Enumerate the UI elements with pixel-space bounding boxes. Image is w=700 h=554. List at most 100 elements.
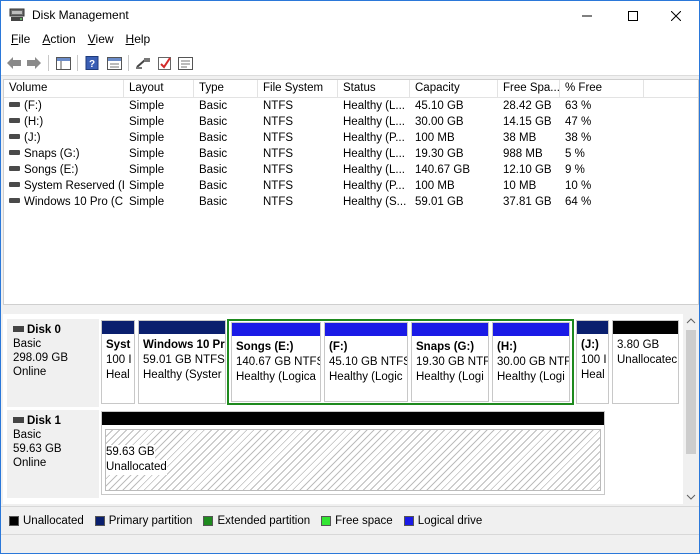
- partition-system-reserved[interactable]: Syst 100 I Heal: [101, 320, 135, 404]
- column-header-free-space[interactable]: Free Spa...: [498, 80, 560, 98]
- partition-j[interactable]: (J:) 100 I Heal: [576, 320, 609, 404]
- toolbar-separator: [77, 55, 78, 71]
- cell-percent-free: 64 %: [565, 196, 592, 208]
- disk-0-type: Basic: [13, 338, 42, 350]
- minimize-button[interactable]: [564, 1, 610, 30]
- table-row[interactable]: Windows 10 Pro (C:) Simple Basic NTFS He…: [4, 195, 698, 211]
- scroll-down-icon[interactable]: [683, 490, 699, 504]
- forward-button[interactable]: [25, 54, 43, 72]
- disk-1-state: Online: [13, 457, 47, 469]
- volume-icon: [9, 150, 20, 156]
- logical-drive-stripe: [412, 323, 488, 336]
- properties-icon: [106, 56, 122, 70]
- volume-list-header: Volume Layout Type File System Status Ca…: [4, 80, 698, 98]
- disk-view-scrollbar[interactable]: [683, 314, 699, 504]
- back-arrow-icon: [7, 57, 21, 69]
- cell-status: Healthy (L...: [343, 164, 405, 176]
- logical-drive-stripe: [325, 323, 407, 336]
- cell-status: Healthy (S...: [343, 196, 407, 208]
- column-header-status[interactable]: Status: [338, 80, 410, 98]
- partition-windows-10-pro[interactable]: Windows 10 Pr 59.01 GB NTFS Healthy (Syste…: [138, 320, 226, 404]
- legend-item-free-space: Free space: [321, 515, 393, 527]
- cell-file-system: NTFS: [263, 196, 294, 208]
- legend: Unallocated Primary partition Extended p…: [1, 506, 699, 534]
- table-row[interactable]: (H:) Simple Basic NTFS Healthy (L... 30.…: [4, 115, 698, 131]
- table-row[interactable]: (F:) Simple Basic NTFS Healthy (L... 45.…: [4, 99, 698, 115]
- disk-0-info[interactable]: Disk 0 Basic 298.09 GB Online: [7, 319, 99, 407]
- console-tree-button[interactable]: [54, 54, 72, 72]
- cell-free-space: 28.42 GB: [503, 100, 552, 112]
- hard-disk-icon: [13, 325, 24, 332]
- scrollbar-thumb[interactable]: [686, 330, 696, 454]
- cell-free-space: 38 MB: [503, 132, 537, 144]
- console-tree-icon: [55, 56, 71, 70]
- partition-h[interactable]: (H:) 30.00 GB NTF Healthy (Logi: [492, 322, 570, 402]
- cell-status: Healthy (L...: [343, 100, 405, 112]
- cell-capacity: 100 MB: [415, 132, 455, 144]
- volume-icon: [9, 134, 20, 140]
- disk-management-icon: [9, 8, 25, 21]
- properties-button[interactable]: [105, 54, 123, 72]
- column-header-capacity[interactable]: Capacity: [410, 80, 498, 98]
- cell-free-space: 988 MB: [503, 148, 543, 160]
- partition-snaps[interactable]: Snaps (G:) 19.30 GB NTF Healthy (Logi: [411, 322, 489, 402]
- volume-icon: [9, 118, 20, 124]
- table-row[interactable]: Songs (E:) Simple Basic NTFS Healthy (L.…: [4, 163, 698, 179]
- settings-button[interactable]: [176, 54, 194, 72]
- cell-layout: Simple: [129, 196, 165, 208]
- menu-help[interactable]: Help: [120, 30, 157, 50]
- scroll-up-icon[interactable]: [683, 314, 699, 328]
- cell-status: Healthy (P...: [343, 132, 405, 144]
- hard-disk-icon: [13, 416, 24, 423]
- cell-file-system: NTFS: [263, 164, 294, 176]
- cell-type: Basic: [199, 132, 228, 144]
- logical-drive-stripe: [232, 323, 320, 336]
- logical-drive-stripe: [493, 323, 569, 336]
- menu-view[interactable]: View: [82, 30, 120, 50]
- column-header-layout[interactable]: Layout: [124, 80, 194, 98]
- partition-f[interactable]: (F:) 45.10 GB NTFS Healthy (Logic: [324, 322, 408, 402]
- column-header-file-system[interactable]: File System: [258, 80, 338, 98]
- table-row[interactable]: System Reserved (I:) Simple Basic NTFS H…: [4, 179, 698, 195]
- disk-1-name: Disk 1: [27, 415, 61, 427]
- window-title: Disk Management: [32, 8, 129, 22]
- status-bar: [1, 534, 699, 553]
- table-row[interactable]: (J:) Simple Basic NTFS Healthy (P... 100…: [4, 131, 698, 147]
- maximize-button[interactable]: [610, 1, 656, 30]
- cell-percent-free: 38 %: [565, 132, 592, 144]
- connect-button[interactable]: [134, 54, 152, 72]
- cell-file-system: NTFS: [263, 180, 294, 192]
- help-book-icon: ?: [85, 56, 99, 70]
- unallocated-label: Unallocated: [106, 460, 167, 475]
- unallocated-disk-0[interactable]: 3.80 GB Unallocatec: [612, 320, 679, 404]
- column-header-volume[interactable]: Volume: [4, 80, 124, 98]
- cell-type: Basic: [199, 100, 228, 112]
- legend-swatch: [9, 515, 19, 526]
- pane-splitter[interactable]: [1, 306, 699, 314]
- help-button[interactable]: ?: [83, 54, 101, 72]
- cell-capacity: 59.01 GB: [415, 196, 464, 208]
- column-header-percent-free[interactable]: % Free: [560, 80, 644, 98]
- cell-type: Basic: [199, 164, 228, 176]
- back-button[interactable]: [5, 54, 23, 72]
- primary-partition-stripe: [102, 321, 134, 334]
- forward-arrow-icon: [27, 57, 41, 69]
- primary-partition-stripe: [139, 321, 225, 334]
- cell-type: Basic: [199, 196, 228, 208]
- cell-layout: Simple: [129, 116, 165, 128]
- volume-icon: [9, 166, 20, 172]
- column-header-type[interactable]: Type: [194, 80, 258, 98]
- table-row[interactable]: Snaps (G:) Simple Basic NTFS Healthy (L.…: [4, 147, 698, 163]
- partition-songs[interactable]: Songs (E:) 140.67 GB NTFS Healthy (Logica: [231, 322, 321, 402]
- menu-action[interactable]: Action: [36, 30, 81, 50]
- checklist-button[interactable]: [156, 54, 174, 72]
- cell-percent-free: 9 %: [565, 164, 585, 176]
- connect-icon: [135, 57, 150, 69]
- unallocated-disk-1[interactable]: 59.63 GB Unallocated: [101, 411, 605, 495]
- menu-file[interactable]: File: [5, 30, 36, 50]
- cell-percent-free: 47 %: [565, 116, 592, 128]
- cell-percent-free: 63 %: [565, 100, 592, 112]
- close-button[interactable]: [653, 1, 699, 30]
- disk-0-size: 298.09 GB: [13, 352, 68, 364]
- disk-1-info[interactable]: Disk 1 Basic 59.63 GB Online: [7, 410, 99, 498]
